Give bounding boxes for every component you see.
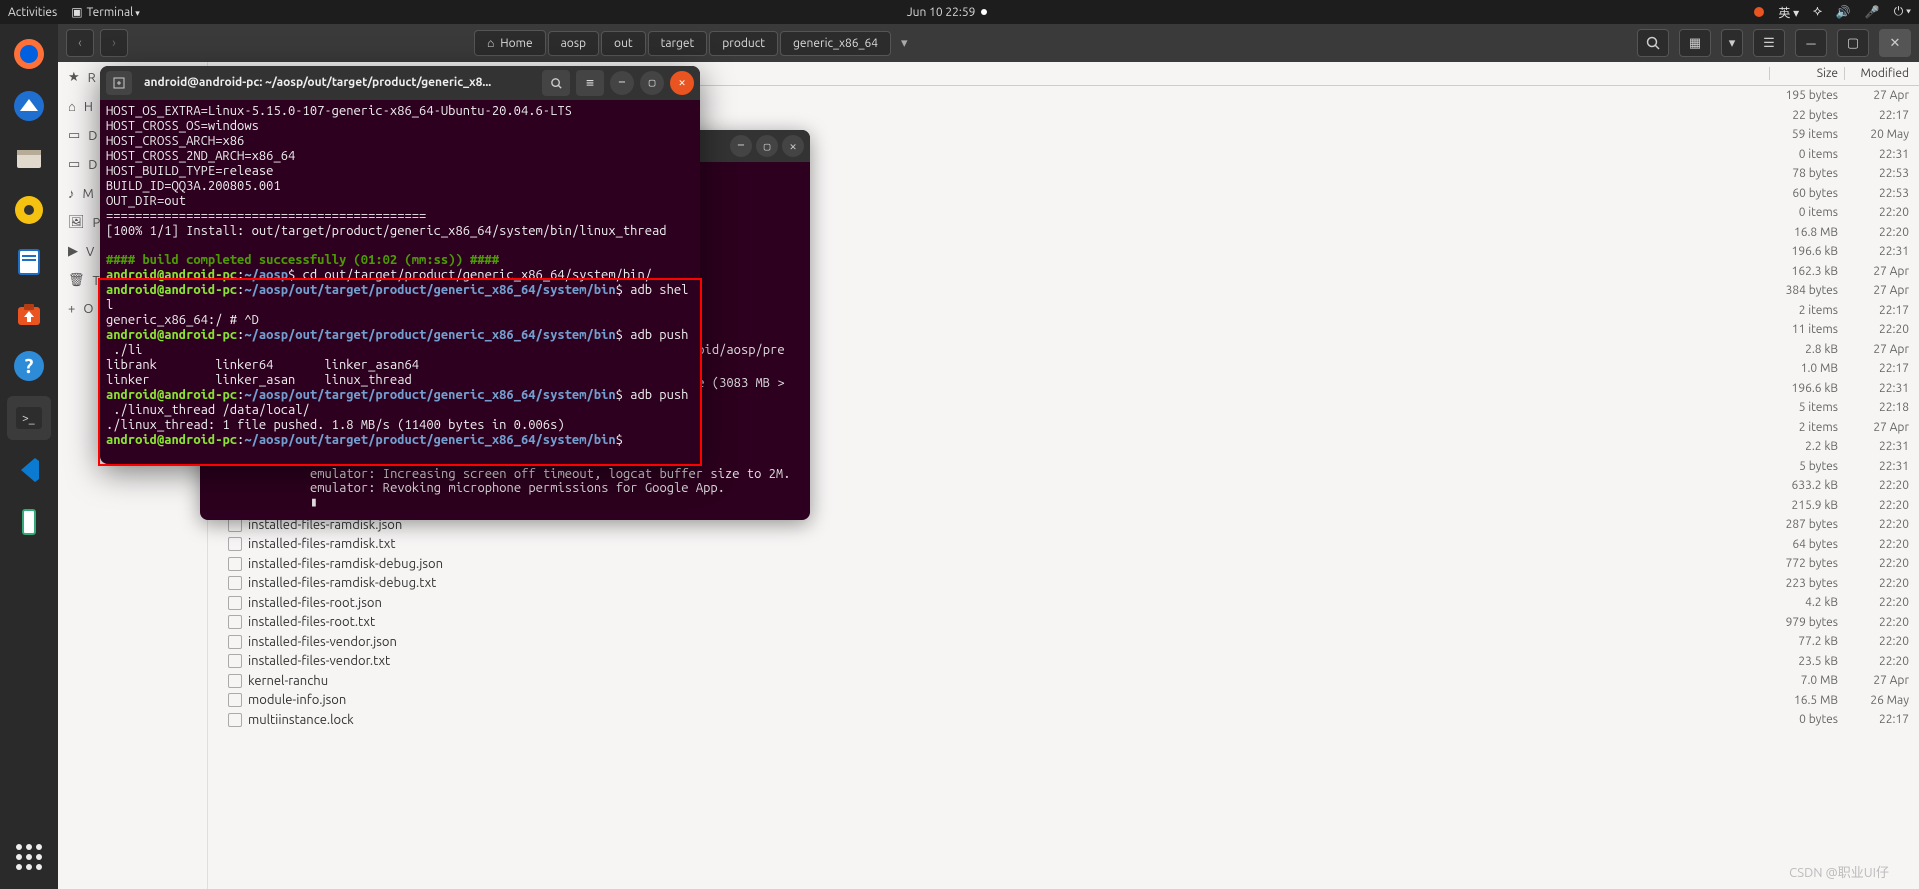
file-row[interactable]: installed-files-ramdisk-debug.txt223 byt… [208,574,1919,594]
bg-window-maximize[interactable]: ▢ [756,135,778,157]
sidebar-icon: ⌂ [68,99,76,114]
file-row[interactable]: installed-files-root.json4.2 kB22:20 [208,593,1919,613]
svg-text:>_: >_ [22,412,35,425]
dock-scrcpy[interactable] [7,500,51,544]
dock-firefox[interactable] [7,32,51,76]
terminal-search-button[interactable] [542,70,570,96]
app-menu[interactable]: ▣ Terminal [71,5,140,19]
file-icon [228,537,242,551]
view-dropdown[interactable]: ▾ [1721,29,1743,57]
sidebar-icon: ♪ [68,186,75,201]
dock-vscode[interactable] [7,448,51,492]
column-modified[interactable]: Modified [1844,67,1919,80]
breadcrumb: ⌂ Homeaospouttargetproductgeneric_x86_64 [474,30,891,56]
hamburger-menu[interactable]: ☰ [1753,29,1785,57]
file-row[interactable]: module-info.json16.5 MB26 May [208,691,1919,711]
dock-writer[interactable] [7,240,51,284]
terminal-minimize[interactable]: ─ [610,71,634,95]
sidebar-icon: + [68,302,75,316]
new-tab-button[interactable] [106,71,132,95]
window-maximize[interactable]: ▢ [1837,29,1869,57]
breadcrumb-item[interactable]: generic_x86_64 [780,31,891,56]
file-row[interactable]: kernel-ranchu7.0 MB27 Apr [208,671,1919,691]
update-available-icon[interactable] [1754,7,1764,17]
network-icon[interactable]: ⯎ [1813,5,1822,19]
ime-indicator[interactable]: 英 ▾ [1778,4,1799,21]
top-panel: Activities ▣ Terminal Jun 10 22:59 英 ▾ ⯎… [0,0,1919,24]
breadcrumb-item[interactable]: product [709,31,778,56]
dock-rhythmbox[interactable] [7,188,51,232]
file-icon [228,654,242,668]
watermark: CSDN @职业UI仔 [1789,862,1889,881]
bg-window-minimize[interactable]: ─ [730,135,752,157]
mic-icon[interactable]: 🎤 [1865,5,1880,19]
window-minimize[interactable]: ─ [1795,29,1827,57]
file-icon [228,674,242,688]
terminal-maximize[interactable]: ▢ [640,71,664,95]
terminal-content[interactable]: HOST_OS_EXTRA=Linux-5.15.0-107-generic-x… [100,100,700,452]
sidebar-icon: ★ [68,70,80,85]
dock-help[interactable]: ? [7,344,51,388]
dock: ? >_ [0,24,58,889]
terminal-close[interactable]: ✕ [670,71,694,95]
terminal-icon: ▣ [71,5,82,19]
power-icon[interactable]: ⏻ ▾ [1894,5,1911,19]
file-row[interactable]: multiinstance.lock0 bytes22:17 [208,710,1919,730]
terminal-title: android@android-pc: ~/aosp/out/target/pr… [138,76,536,90]
breadcrumb-item[interactable]: aosp [548,31,599,56]
sidebar-icon: 🗑 [68,273,85,288]
search-button[interactable] [1637,29,1669,57]
terminal-window[interactable]: android@android-pc: ~/aosp/out/target/pr… [100,66,700,464]
file-icon [228,713,242,727]
breadcrumb-item[interactable]: ⌂ Home [474,30,546,56]
volume-icon[interactable]: 🔊 [1836,5,1851,19]
file-icon [228,576,242,590]
breadcrumb-item[interactable]: out [601,31,646,56]
dock-thunderbird[interactable] [7,84,51,128]
show-applications[interactable] [7,835,51,879]
file-icon [228,615,242,629]
chevron-down-icon[interactable]: ▾ [901,36,908,51]
file-row[interactable]: installed-files-ramdisk.txt64 bytes22:20 [208,535,1919,555]
activities-button[interactable]: Activities [8,6,57,19]
clock[interactable]: Jun 10 22:59 [907,6,988,19]
sidebar-icon: 🖼 [68,215,85,230]
nav-forward[interactable]: › [100,29,128,57]
view-grid-button[interactable]: ▦ [1679,29,1711,57]
sidebar-icon: ▭ [68,128,80,143]
files-toolbar: ‹ › ⌂ Homeaospouttargetproductgeneric_x8… [58,24,1919,62]
file-row[interactable]: installed-files-ramdisk-debug.json772 by… [208,554,1919,574]
dock-terminal[interactable]: >_ [7,396,51,440]
svg-text:?: ? [25,354,34,377]
column-size[interactable]: Size [1769,67,1844,80]
file-icon [228,693,242,707]
bg-window-close[interactable]: ✕ [782,135,804,157]
home-icon: ⌂ [487,36,494,50]
file-row[interactable]: installed-files-root.txt979 bytes22:20 [208,613,1919,633]
file-row[interactable]: installed-files-vendor.txt23.5 kB22:20 [208,652,1919,672]
file-row[interactable]: installed-files-vendor.json77.2 kB22:20 [208,632,1919,652]
dock-software[interactable] [7,292,51,336]
window-close[interactable]: ✕ [1879,29,1911,57]
file-icon [228,596,242,610]
terminal-titlebar: android@android-pc: ~/aosp/out/target/pr… [100,66,700,100]
nav-back[interactable]: ‹ [66,29,94,57]
sidebar-icon: ▭ [68,157,80,172]
dock-files[interactable] [7,136,51,180]
sidebar-icon: ▶ [68,244,78,259]
file-icon [228,557,242,571]
file-icon [228,635,242,649]
terminal-menu-button[interactable]: ≡ [576,70,604,96]
breadcrumb-item[interactable]: target [648,31,708,56]
notification-dot-icon [981,9,987,15]
